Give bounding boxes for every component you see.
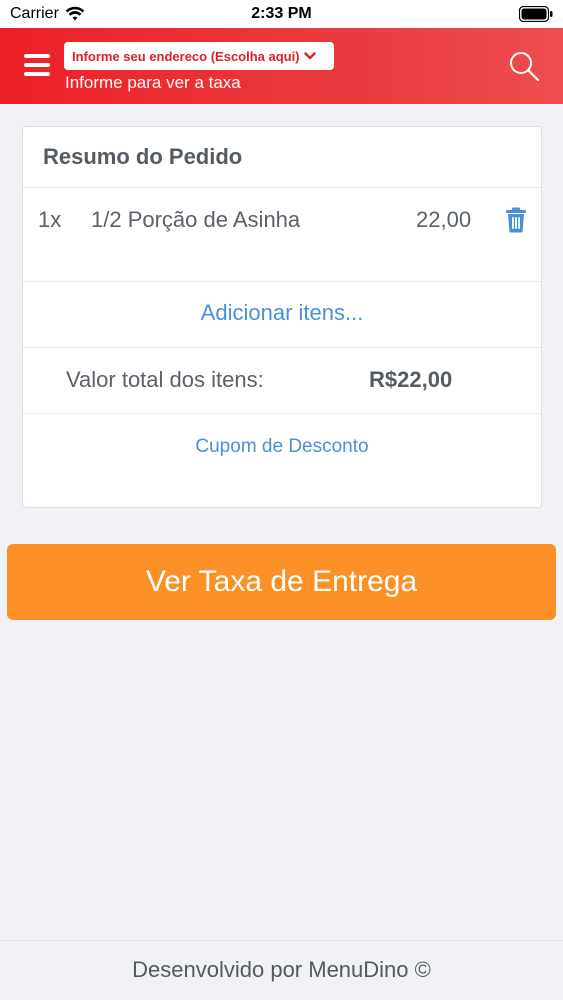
search-icon[interactable] xyxy=(508,50,540,82)
divider xyxy=(23,347,541,348)
view-delivery-fee-button[interactable]: Ver Taxa de Entrega xyxy=(7,544,556,620)
address-select-label: Informe seu endereco (Escolha aqui) xyxy=(72,48,300,64)
address-select[interactable]: Informe seu endereco (Escolha aqui) xyxy=(64,42,334,70)
item-quantity: 1x xyxy=(38,207,62,232)
total-label: Valor total dos itens: xyxy=(66,367,264,392)
order-summary-card: Resumo do Pedido 1x 1/2 Porção de Asinha… xyxy=(22,126,542,508)
divider xyxy=(23,413,541,414)
divider xyxy=(23,281,541,282)
status-bar: Carrier 2:33 PM xyxy=(0,0,563,28)
status-time: 2:33 PM xyxy=(251,5,312,22)
total-value: R$22,00 xyxy=(369,367,453,392)
trash-icon[interactable] xyxy=(505,207,527,233)
footer-credit: Desenvolvido por MenuDino © xyxy=(132,957,431,982)
coupon-link[interactable]: Cupom de Desconto xyxy=(23,436,541,458)
add-items-link[interactable]: Adicionar itens... xyxy=(23,300,541,326)
footer-divider xyxy=(0,940,563,941)
chevron-down-icon xyxy=(303,52,316,60)
item-name: 1/2 Porção de Asinha xyxy=(91,207,301,232)
order-summary-title: Resumo do Pedido xyxy=(43,144,243,169)
hamburger-menu-icon[interactable] xyxy=(24,54,50,76)
divider xyxy=(23,187,541,188)
item-price: 22,00 xyxy=(416,207,472,232)
battery-icon xyxy=(518,5,553,27)
address-hint: Informe para ver a taxa xyxy=(65,73,241,92)
app-header: Informe seu endereco (Escolha aqui) Info… xyxy=(0,28,563,104)
